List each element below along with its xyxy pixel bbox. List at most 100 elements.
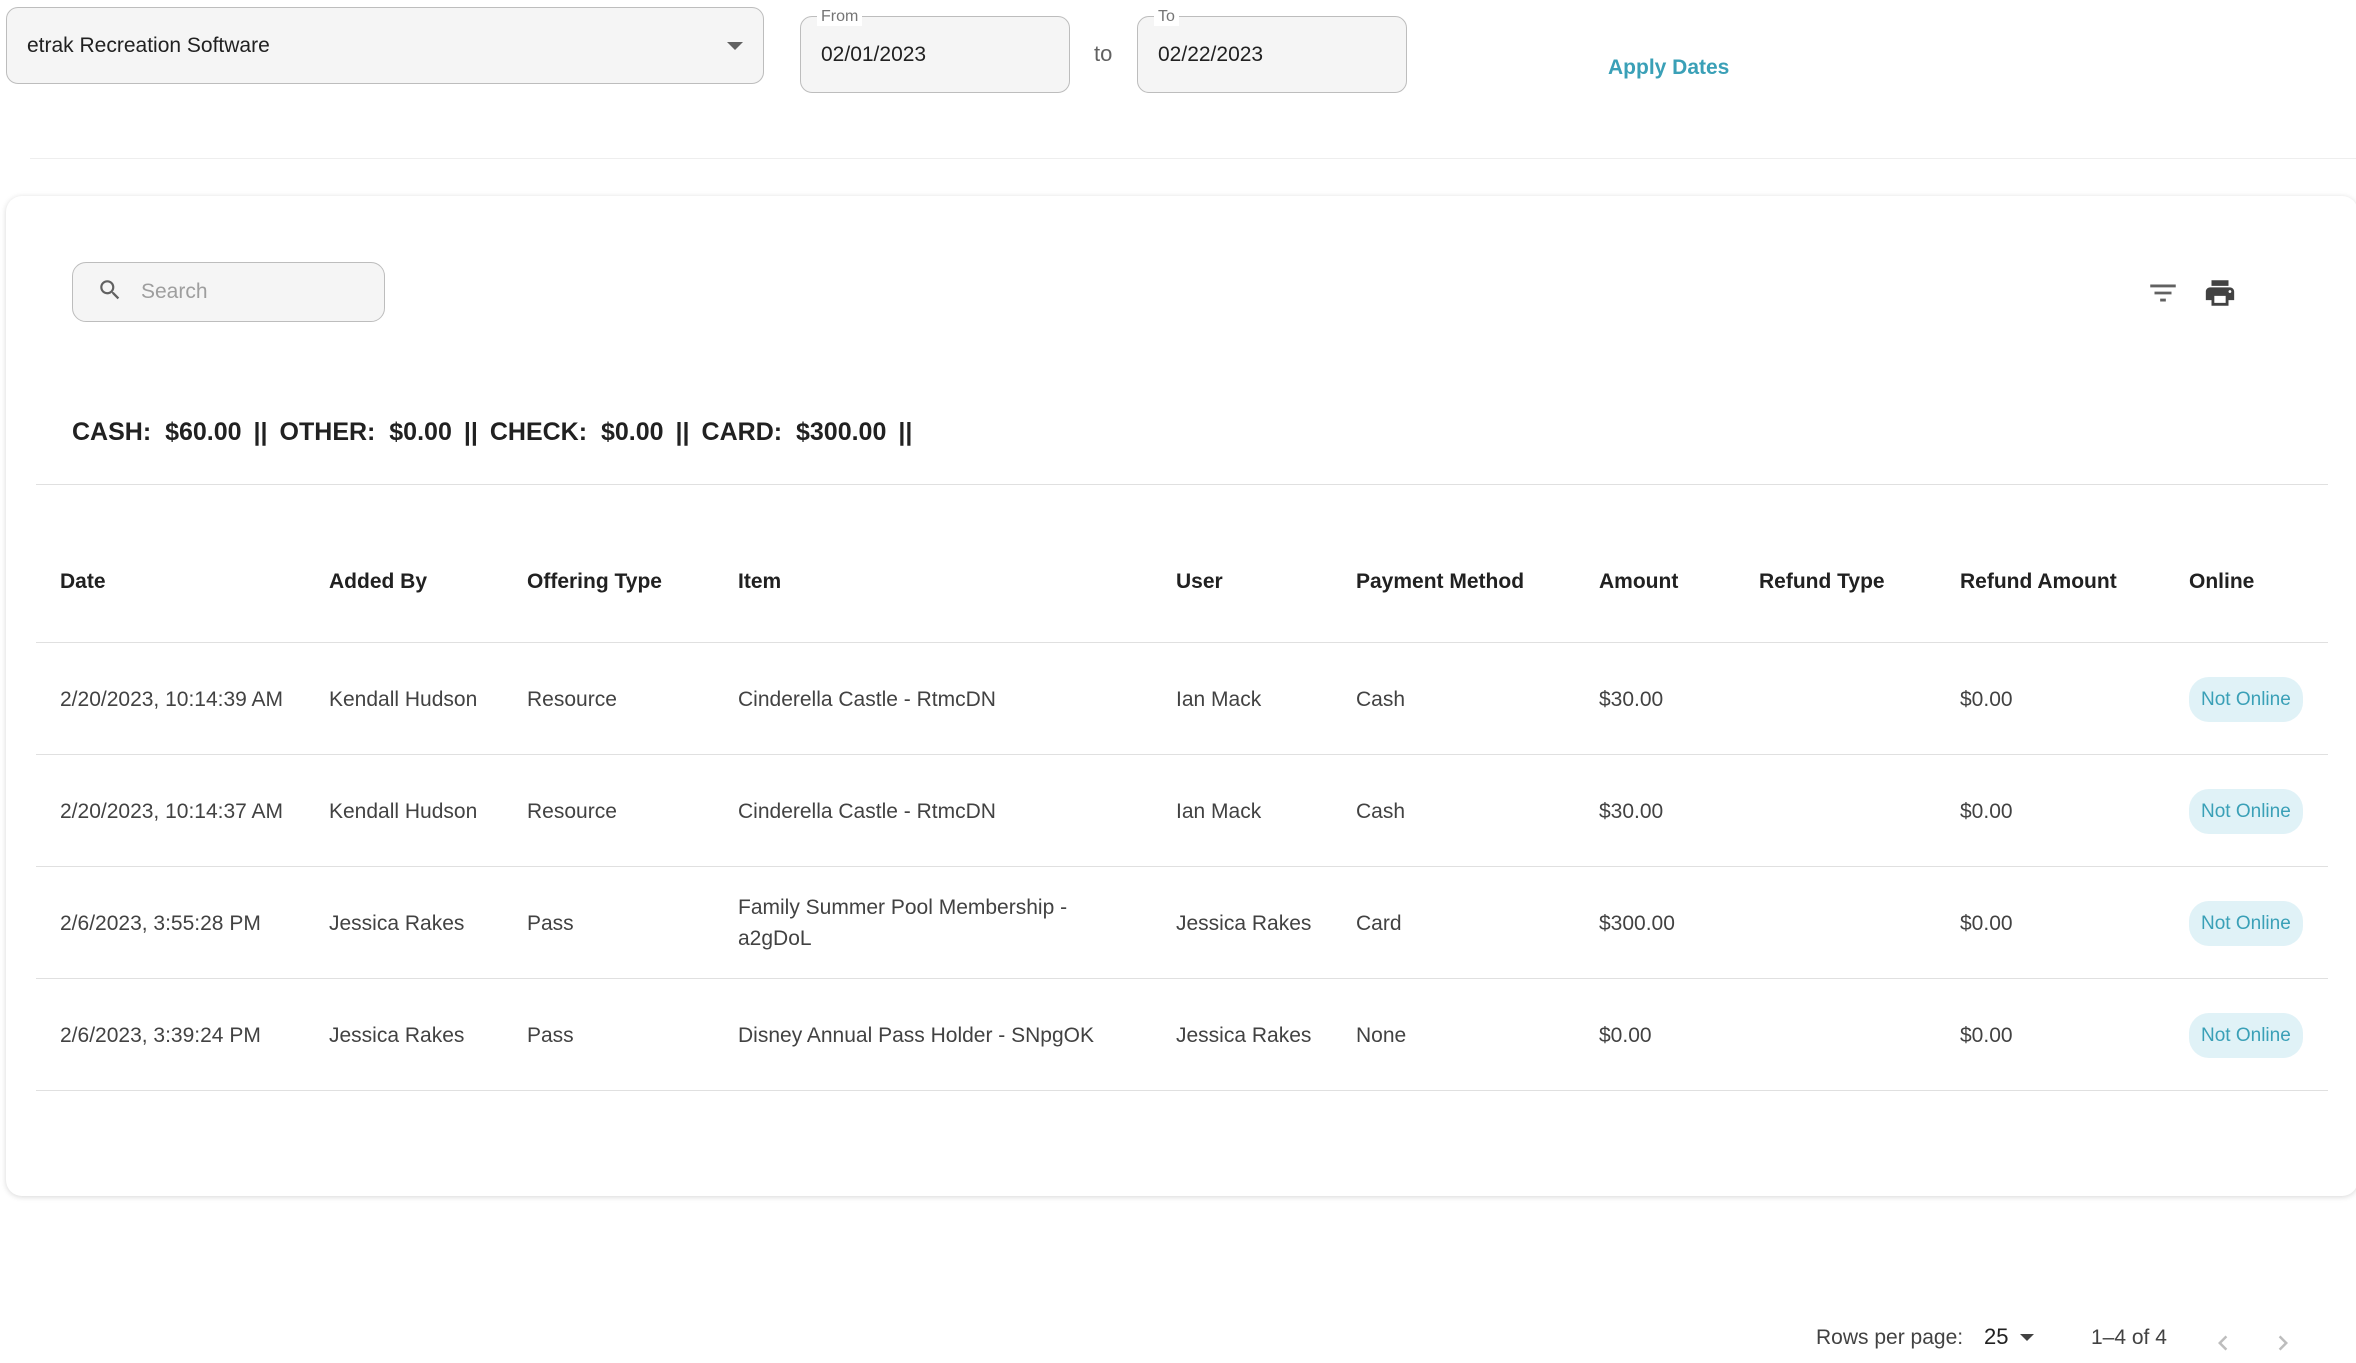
online-status-badge[interactable]: Not Online — [2189, 676, 2303, 722]
cell-date-text: 2/6/2023, 3:55:28 PM — [60, 911, 261, 935]
to-date-field[interactable]: To 02/22/2023 — [1137, 8, 1407, 93]
cell-refund-amount-text: $0.00 — [1960, 1023, 2013, 1047]
cell-user: Ian Mack — [1176, 755, 1326, 867]
cell-date: 2/6/2023, 3:39:24 PM — [60, 979, 290, 1091]
search-field[interactable] — [72, 262, 385, 322]
from-date-label: From — [817, 8, 863, 26]
table-row[interactable]: 2/6/2023, 3:55:28 PM Jessica Rakes Pass Fam… — [36, 867, 2328, 979]
apply-dates-button[interactable]: Apply Dates — [1596, 52, 1741, 84]
online-status-badge[interactable]: Not Online — [2189, 788, 2303, 834]
cell-payment-method-text: Card — [1356, 911, 1402, 935]
cell-refund-amount: $0.00 — [1960, 979, 2160, 1091]
cell-payment-method-text: Cash — [1356, 799, 1406, 823]
cell-user-text: Jessica Rakes — [1176, 911, 1312, 935]
header-payment-method[interactable]: Payment Method — [1356, 521, 1556, 643]
table-row[interactable]: 2/20/2023, 10:14:39 AM Kendall Hudson Reso… — [36, 643, 2328, 755]
cell-item: Disney Annual Pass Holder - SNpgOK — [738, 979, 1138, 1091]
chevron-down-icon — [2020, 1333, 2035, 1341]
from-date-value: 02/01/2023 — [821, 43, 927, 66]
header-refund-amount[interactable]: Refund Amount — [1960, 521, 2160, 643]
card-label: CARD: — [701, 418, 783, 446]
rows-per-page-select[interactable]: 25 — [1984, 1324, 2035, 1350]
totals-separator: || — [675, 418, 690, 446]
check-value: $0.00 — [600, 418, 664, 446]
cell-refund-type — [1759, 867, 1919, 979]
cell-payment-method-text: None — [1356, 1023, 1407, 1047]
other-value: $0.00 — [389, 418, 452, 446]
header-user[interactable]: User — [1176, 521, 1326, 643]
cell-amount-text: $0.00 — [1599, 1023, 1652, 1047]
cell-refund-amount-text: $0.00 — [1960, 799, 2013, 823]
cell-date: 2/20/2023, 10:14:37 AM — [60, 755, 290, 867]
table-header: Date Added By Offering Type Item User Payment… — [36, 521, 2328, 643]
table-row[interactable]: 2/6/2023, 3:39:24 PM Jessica Rakes Pass Dis… — [36, 979, 2328, 1091]
cell-refund-type — [1759, 643, 1919, 755]
header-refund-type[interactable]: Refund Type — [1759, 521, 1919, 643]
card-total: CARD: $300.00 — [702, 418, 887, 447]
filter-icon[interactable] — [2146, 276, 2180, 310]
totals-separator: || — [898, 418, 913, 446]
cell-amount-text: $30.00 — [1599, 799, 1664, 823]
header-amount[interactable]: Amount — [1599, 521, 1739, 643]
from-date-field[interactable]: From 02/01/2023 — [800, 8, 1070, 93]
cell-payment-method: Cash — [1356, 643, 1556, 755]
cell-amount-text: $300.00 — [1599, 911, 1675, 935]
cell-added-by-text: Kendall Hudson — [329, 687, 478, 711]
cell-added-by-text: Kendall Hudson — [329, 799, 478, 823]
dropdown-caret-icon — [727, 41, 743, 50]
totals-separator: || — [253, 418, 268, 446]
to-date-value: 02/22/2023 — [1158, 43, 1264, 66]
cell-user: Jessica Rakes — [1176, 867, 1326, 979]
cell-item: Family Summer Pool Membership - a2gDoL — [738, 867, 1138, 979]
cell-item-text: Cinderella Castle - RtmcDN — [738, 687, 996, 711]
cell-refund-amount: $0.00 — [1960, 867, 2160, 979]
cell-user: Jessica Rakes — [1176, 979, 1326, 1091]
cell-added-by-text: Jessica Rakes — [329, 911, 465, 935]
cell-item-text: Disney Annual Pass Holder - SNpgOK — [738, 1023, 1095, 1047]
cell-user-text: Ian Mack — [1176, 687, 1262, 711]
cell-refund-type — [1759, 979, 1919, 1091]
cell-refund-amount: $0.00 — [1960, 755, 2160, 867]
organization-select[interactable]: etrak Recreation Software — [6, 7, 764, 84]
header-date[interactable]: Date — [60, 521, 290, 643]
online-status-badge[interactable]: Not Online — [2189, 900, 2303, 946]
cell-date-text: 2/20/2023, 10:14:39 AM — [60, 687, 284, 711]
cell-amount: $0.00 — [1599, 979, 1739, 1091]
online-status-badge[interactable]: Not Online — [2189, 1012, 2303, 1058]
search-input[interactable] — [139, 279, 359, 305]
cash-total: CASH: $60.00 — [72, 418, 242, 447]
print-icon[interactable] — [2203, 276, 2237, 310]
header-item[interactable]: Item — [738, 521, 1138, 643]
cell-refund-amount-text: $0.00 — [1960, 687, 2013, 711]
cell-offering-type: Pass — [527, 979, 707, 1091]
cell-payment-method: Card — [1356, 867, 1556, 979]
cell-added-by: Kendall Hudson — [329, 755, 489, 867]
header-online[interactable]: Online — [2189, 521, 2319, 643]
cell-amount-text: $30.00 — [1599, 687, 1664, 711]
cell-payment-method: None — [1356, 979, 1556, 1091]
cell-offering-type-text: Resource — [527, 687, 617, 711]
cell-user: Ian Mack — [1176, 643, 1326, 755]
chevron-right-icon[interactable] — [2268, 1328, 2298, 1358]
cell-item: Cinderella Castle - RtmcDN — [738, 755, 1138, 867]
rows-per-page-label: Rows per page: — [1816, 1326, 1964, 1349]
cell-online: Not Online — [2189, 755, 2319, 867]
pagination-range: 1–4 of 4 — [2091, 1326, 2167, 1349]
header-added-by[interactable]: Added By — [329, 521, 489, 643]
rows-per-page-value: 25 — [1984, 1324, 2009, 1349]
cell-item-text: Family Summer Pool Membership - a2gDoL — [738, 896, 1068, 950]
chevron-left-icon[interactable] — [2208, 1328, 2238, 1358]
cell-item: Cinderella Castle - RtmcDN — [738, 643, 1138, 755]
card-value: $300.00 — [795, 418, 887, 446]
cell-added-by: Jessica Rakes — [329, 867, 489, 979]
cell-refund-amount-text: $0.00 — [1960, 911, 2013, 935]
cell-added-by: Kendall Hudson — [329, 643, 489, 755]
cell-online: Not Online — [2189, 867, 2319, 979]
header-offering-type[interactable]: Offering Type — [527, 521, 707, 643]
table-row[interactable]: 2/20/2023, 10:14:37 AM Kendall Hudson Reso… — [36, 755, 2328, 867]
transactions-table: Date Added By Offering Type Item User Payment… — [36, 521, 2328, 1091]
transactions-card: CASH: $60.00 || OTHER: $0.00 || CHECK: $… — [6, 196, 2356, 1351]
totals-divider — [36, 484, 2328, 485]
top-divider — [30, 158, 2356, 159]
cell-offering-type: Resource — [527, 755, 707, 867]
